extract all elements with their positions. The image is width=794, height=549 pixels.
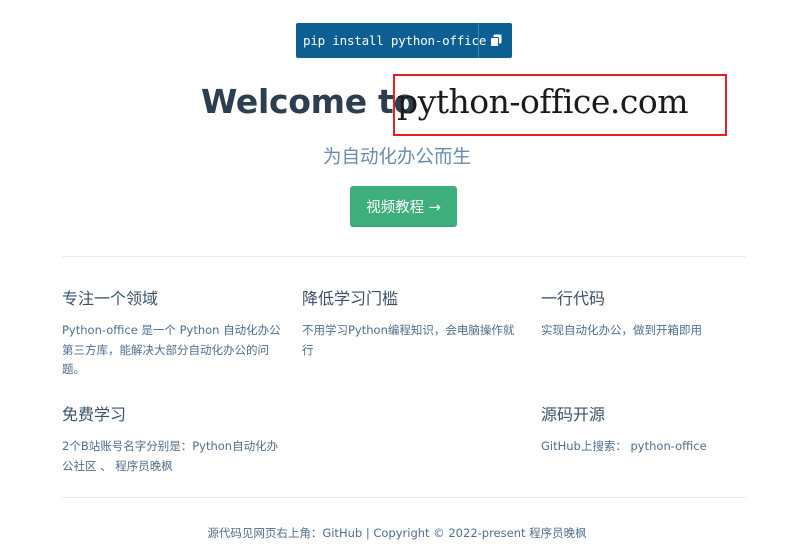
feature-focus-domain: 专注一个领域 Python-office 是一个 Python 自动化办公第三方… — [62, 285, 284, 380]
copy-icon — [489, 34, 501, 47]
feature-details: 不用学习Python编程知识，会电脑操作就行 — [302, 323, 515, 357]
install-command-bar: pip install python-office — [296, 23, 512, 58]
feature-title: 一行代码 — [541, 289, 606, 308]
copy-button[interactable] — [479, 23, 512, 58]
footer-text: 源代码见网页右上角：GitHub | Copyright © 2022-pres… — [207, 526, 587, 540]
feature-details: GitHub上搜索： python-office — [541, 439, 707, 453]
video-tutorial-button[interactable]: 视频教程 → — [350, 186, 457, 227]
features-divider-top — [62, 256, 746, 257]
highlight-annotation-box — [393, 74, 727, 136]
feature-details: Python-office 是一个 Python 自动化办公第三方库，能解决大部… — [62, 323, 281, 376]
feature-title: 源码开源 — [541, 405, 606, 424]
footer-divider — [62, 497, 746, 498]
feature-title: 专注一个领域 — [62, 289, 159, 308]
feature-title: 免费学习 — [62, 405, 127, 424]
feature-details: 实现自动化办公，做到开箱即用 — [541, 323, 702, 337]
feature-one-line-code: 一行代码 实现自动化办公，做到开箱即用 — [541, 285, 763, 341]
feature-low-barrier: 降低学习门槛 不用学习Python编程知识，会电脑操作就行 — [302, 285, 524, 360]
feature-details: 2个B站账号名字分别是：Python自动化办公社区 、 程序员晚枫 — [62, 439, 279, 473]
feature-open-source: 源码开源 GitHub上搜索： python-office — [541, 401, 763, 457]
hero-title-prefix: Welcome to — [201, 82, 416, 121]
hero-tagline: 为自动化办公而生 — [322, 147, 471, 168]
install-command-text: pip install python-office — [303, 33, 487, 48]
feature-free-learning: 免费学习 2个B站账号名字分别是：Python自动化办公社区 、 程序员晚枫 — [62, 401, 284, 476]
feature-title: 降低学习门槛 — [302, 289, 399, 308]
